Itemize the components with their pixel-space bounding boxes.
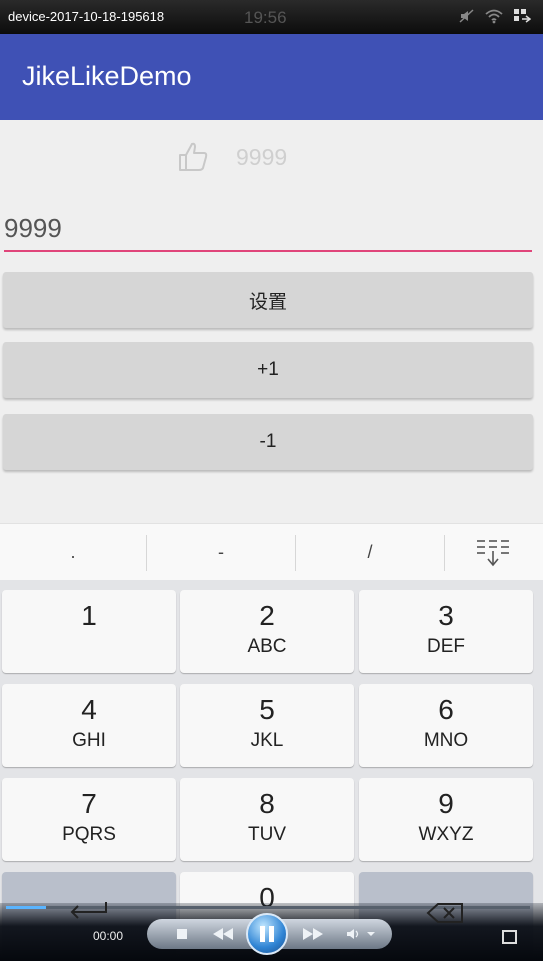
key-digit: 9 <box>438 788 454 819</box>
fast-forward-icon[interactable] <box>295 924 331 944</box>
key-letters: JKL <box>250 730 284 751</box>
key-letters: WXYZ <box>418 824 474 845</box>
toolbar-key-slash[interactable]: / <box>296 524 444 581</box>
count-input[interactable]: 9999 <box>4 208 532 252</box>
status-bar: device-2017-10-18-195618 19:56 <box>0 0 543 34</box>
pause-icon[interactable] <box>246 913 288 955</box>
pause-bar <box>260 926 265 942</box>
device-screen: device-2017-10-18-195618 19:56 JikeLikeD… <box>0 0 543 961</box>
key-7[interactable]: 7 PQRS <box>2 778 176 861</box>
minus-one-button[interactable]: -1 <box>3 414 533 470</box>
toolbar-key-dot-label: . <box>70 542 76 562</box>
count-input-value[interactable]: 9999 <box>4 213 62 244</box>
keyboard-toolbar: . - / <box>0 523 543 580</box>
app-bar: JikeLikeDemo <box>0 34 543 120</box>
volume-icon[interactable] <box>341 924 381 944</box>
key-2[interactable]: 2 ABC <box>180 590 354 673</box>
like-widget[interactable]: 9999 <box>176 140 287 174</box>
toolbar-key-dash[interactable]: - <box>147 524 295 581</box>
key-1[interactable]: 1 <box>2 590 176 673</box>
playback-time: 00:00 <box>93 929 124 943</box>
seek-progress <box>6 906 46 909</box>
key-8[interactable]: 8 TUV <box>180 778 354 861</box>
key-9[interactable]: 9 WXYZ <box>359 778 533 861</box>
stop-icon[interactable] <box>174 924 190 944</box>
key-digit: 2 <box>259 600 275 631</box>
key-letters: MNO <box>423 730 469 751</box>
plus-one-button-label: +1 <box>257 359 279 380</box>
key-letters: TUV <box>248 824 286 845</box>
key-digit: 1 <box>81 600 97 631</box>
key-6[interactable]: 6 MNO <box>359 684 533 767</box>
key-4[interactable]: 4 GHI <box>2 684 176 767</box>
wifi-icon <box>485 8 503 28</box>
key-digit: 4 <box>81 694 97 725</box>
main-content: 9999 9999 设置 +1 -1 <box>0 120 543 523</box>
collapse-keyboard-icon[interactable] <box>445 524 543 581</box>
key-3[interactable]: 3 DEF <box>359 590 533 673</box>
toolbar-key-dash-label: - <box>218 542 224 562</box>
like-count: 9999 <box>236 143 288 170</box>
minus-one-button-label: -1 <box>259 431 277 452</box>
key-letters: PQRS <box>62 824 116 845</box>
key-digit: 3 <box>438 600 454 631</box>
mute-icon <box>459 8 475 28</box>
fullscreen-icon[interactable] <box>502 930 517 944</box>
key-digit: 5 <box>259 694 275 725</box>
key-letters: GHI <box>72 730 106 751</box>
grid-icon <box>513 8 532 28</box>
toolbar-key-dot[interactable]: . <box>0 524 146 581</box>
set-button-label: 设置 <box>248 291 287 313</box>
key-5[interactable]: 5 JKL <box>180 684 354 767</box>
toolbar-key-slash-label: / <box>367 542 373 562</box>
window-title: device-2017-10-18-195618 <box>8 9 165 24</box>
pause-bar <box>269 926 274 942</box>
status-icons <box>459 8 532 28</box>
key-digit: 7 <box>81 788 97 819</box>
set-button[interactable]: 设置 <box>3 272 533 328</box>
key-letters: DEF <box>427 636 465 657</box>
enter-icon <box>68 900 110 931</box>
backspace-icon <box>426 900 466 931</box>
key-letters: ABC <box>247 636 287 657</box>
status-time: 19:56 <box>244 8 287 27</box>
key-digit: 8 <box>259 788 275 819</box>
rewind-icon[interactable] <box>205 924 241 944</box>
key-digit: 6 <box>438 694 454 725</box>
app-title: JikeLikeDemo <box>22 61 192 91</box>
plus-one-button[interactable]: +1 <box>3 342 533 398</box>
thumbs-up-icon[interactable] <box>176 140 210 174</box>
